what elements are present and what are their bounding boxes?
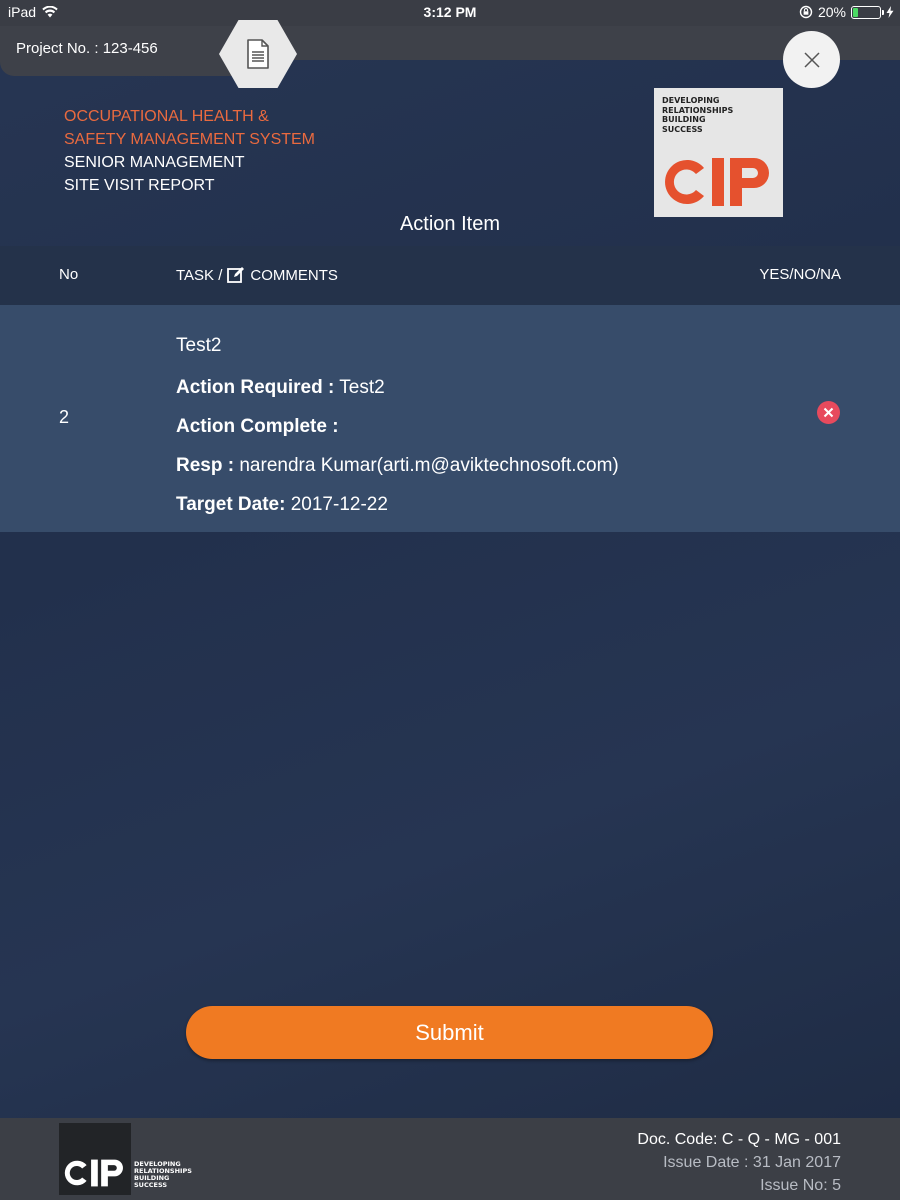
action-required: Action Required : Test2 <box>176 377 385 399</box>
target-date-value: 2017-12-22 <box>290 494 388 515</box>
logo-tagline: DEVELOPING RELATIONSHIPS BUILDING SUCCES… <box>662 96 734 134</box>
rotation-lock-icon <box>799 5 813 19</box>
cip-wordmark <box>665 158 769 206</box>
close-icon <box>803 51 820 68</box>
column-header-task: TASK / COMMENTS <box>176 266 338 284</box>
system-title-line2: SAFETY MANAGEMENT SYSTEM <box>64 131 316 148</box>
responsible: Resp : narendra Kumar(arti.m@aviktechnos… <box>176 455 619 477</box>
resp-label: Resp : <box>176 455 235 476</box>
resp-value: narendra Kumar(arti.m@aviktechnosoft.com… <box>239 455 619 476</box>
battery-percent: 20% <box>817 4 846 20</box>
action-required-label: Action Required : <box>176 377 335 398</box>
footer: DEVELOPING RELATIONSHIPS BUILDING SUCCES… <box>0 1118 900 1200</box>
column-header-answer: YES/NO/NA <box>759 266 841 283</box>
status-bar: iPad 3:12 PM 20% <box>0 0 900 26</box>
system-title-line1: OCCUPATIONAL HEALTH & <box>64 108 269 125</box>
cip-logo: DEVELOPING RELATIONSHIPS BUILDING SUCCES… <box>654 88 783 217</box>
table-row[interactable]: 2 Test2 Action Required : Test2 Action C… <box>0 305 900 532</box>
doc-code: Doc. Code: C - Q - MG - 001 <box>637 1131 841 1148</box>
footer-cip-wordmark <box>64 1159 123 1187</box>
issue-date: Issue Date : 31 Jan 2017 <box>663 1154 841 1171</box>
row-number: 2 <box>59 407 70 427</box>
issue-no: Issue No: 5 <box>760 1177 841 1194</box>
table-header: No TASK / COMMENTS YES/NO/NA <box>0 246 900 305</box>
target-date: Target Date: 2017-12-22 <box>176 494 388 516</box>
charging-icon <box>886 6 894 18</box>
report-subtitle-line1: SENIOR MANAGEMENT <box>64 154 245 171</box>
target-date-label: Target Date: <box>176 494 286 515</box>
column-header-no: No <box>59 266 79 283</box>
x-glyph-icon <box>823 407 834 418</box>
footer-tagline: DEVELOPING RELATIONSHIPS BUILDING SUCCES… <box>134 1160 192 1189</box>
project-number: Project No. : 123-456 <box>16 40 158 57</box>
document-icon <box>247 39 269 69</box>
close-button[interactable] <box>783 31 840 88</box>
action-required-value: Test2 <box>339 377 385 398</box>
page-title: Action Item <box>399 213 501 235</box>
submit-button[interactable]: Submit <box>186 1006 713 1059</box>
battery-icon <box>851 5 884 19</box>
edit-icon <box>227 267 245 283</box>
report-subtitle-line2: SITE VISIT REPORT <box>64 177 215 194</box>
battery-fill <box>853 7 859 17</box>
footer-logo <box>59 1123 131 1195</box>
row-task-title: Test2 <box>176 335 222 356</box>
status-time: 3:12 PM <box>423 4 477 20</box>
column-header-task-prefix: TASK / <box>176 266 223 284</box>
action-complete: Action Complete : <box>176 416 339 438</box>
remove-icon[interactable] <box>817 401 840 424</box>
action-complete-label: Action Complete : <box>176 416 339 437</box>
column-header-task-suffix: COMMENTS <box>250 266 338 284</box>
